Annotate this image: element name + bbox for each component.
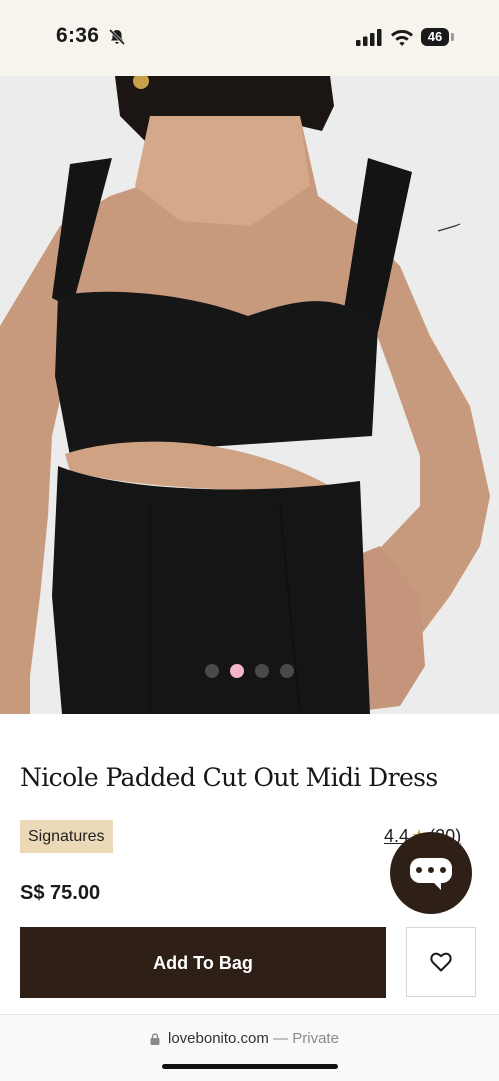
carousel-dot[interactable] bbox=[205, 664, 219, 678]
product-price: S$ 75.00 bbox=[20, 882, 101, 904]
product-photo bbox=[0, 76, 499, 714]
add-to-bag-button[interactable]: Add To Bag bbox=[20, 927, 386, 998]
signal-icon bbox=[356, 29, 382, 46]
wifi-icon bbox=[391, 30, 413, 46]
chat-button[interactable] bbox=[390, 832, 472, 914]
status-bar: 6:36 46 bbox=[0, 0, 499, 76]
collection-badge: Signatures bbox=[20, 820, 113, 853]
heart-icon bbox=[430, 952, 452, 972]
wishlist-button[interactable] bbox=[406, 927, 476, 997]
product-image[interactable] bbox=[0, 76, 499, 714]
battery-nub bbox=[451, 33, 454, 41]
browser-address-bar[interactable] bbox=[0, 1014, 499, 1081]
bell-slash-icon bbox=[108, 28, 126, 46]
url-text[interactable]: lovebonito.com — Private bbox=[168, 1030, 339, 1047]
battery-icon: 46 bbox=[421, 28, 449, 46]
carousel-dot[interactable] bbox=[255, 664, 269, 678]
private-mode-label: Private bbox=[292, 1030, 339, 1047]
home-indicator[interactable] bbox=[162, 1064, 338, 1069]
status-time: 6:36 bbox=[56, 24, 100, 47]
carousel-indicator bbox=[0, 664, 499, 678]
lock-icon bbox=[150, 1033, 160, 1045]
url-separator: — bbox=[268, 1030, 293, 1047]
carousel-dot[interactable] bbox=[280, 664, 294, 678]
chat-bubble-icon bbox=[410, 858, 452, 890]
carousel-dot-active[interactable] bbox=[230, 664, 244, 678]
url-domain: lovebonito.com bbox=[168, 1030, 269, 1047]
product-title: Nicole Padded Cut Out Midi Dress bbox=[20, 763, 438, 792]
